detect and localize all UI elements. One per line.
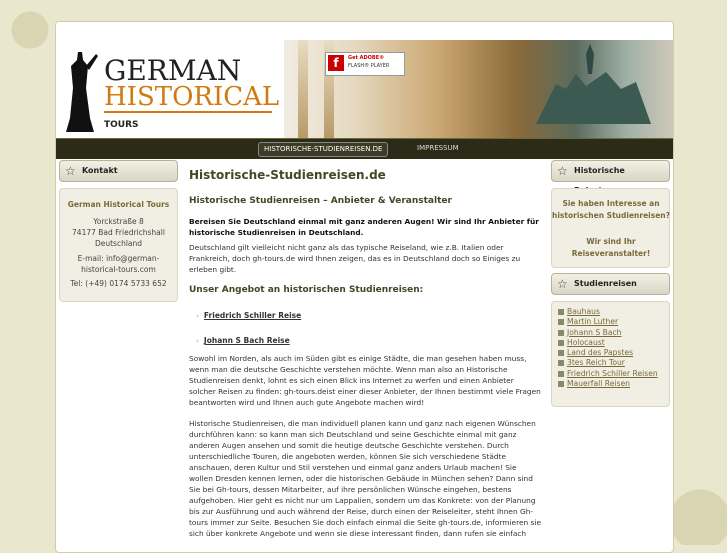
list-item[interactable]: Mauerfall Reisen [558, 379, 659, 389]
contact-street: Yorckstraße 8 [93, 217, 144, 226]
contact-company: German Historical Tours [67, 200, 170, 209]
contact-city: 74177 Bad Friedrichshall [72, 228, 165, 237]
contact-box-title: Kontakt [82, 166, 118, 175]
logo-text-historical: HISTORICAL [104, 82, 280, 112]
studienreisen-box-header: ☆ Studienreisen [551, 273, 670, 295]
contact-box: German Historical Tours Yorckstraße 8 74… [59, 188, 178, 302]
interest-answer: Wir sind Ihr Reiseveranstalter! [571, 237, 651, 258]
flash-badge-text: FLASH® PLAYER [348, 63, 390, 69]
list-item[interactable]: Johann S Bach [558, 328, 659, 338]
section-heading: Unser Angebot an historischen Studienrei… [189, 285, 424, 295]
intro-text: Bereisen Sie Deutschland einmal mit ganz… [189, 217, 539, 237]
paragraph-3: Historische Studienreisen, die man indiv… [189, 419, 541, 538]
page-subtitle: Historische Studienreisen – Anbieter & V… [189, 196, 452, 206]
get-flash-player-badge[interactable]: f Get ADOBE® FLASH® PLAYER [325, 52, 405, 76]
list-item[interactable]: Land des Papstes [558, 348, 659, 358]
star-icon: ☆ [557, 164, 568, 178]
paragraph-1: Deutschland gilt vielleicht nicht ganz a… [189, 243, 521, 274]
bullet-icon [558, 350, 564, 357]
flash-badge-text: Get ADOBE® [348, 55, 385, 61]
interest-question: Sie haben Interesse an historischen Stud… [552, 199, 670, 220]
bullet-icon [558, 329, 564, 336]
bullet-icon [558, 381, 564, 388]
contact-box-header: ☆ Kontakt [59, 160, 178, 182]
contact-country: Deutschland [94, 239, 143, 248]
star-icon: ☆ [65, 164, 76, 178]
offer-link-schiller[interactable]: Friedrich Schiller Reise [204, 311, 301, 320]
contact-phone: Tel: (+49) 0174 5733 652 [70, 279, 167, 288]
list-item[interactable]: 3tes Reich Tour [558, 358, 659, 368]
bullet-icon [558, 370, 564, 377]
studienreisen-box-title: Studienreisen [574, 279, 637, 288]
arrow-icon: › [196, 337, 199, 345]
main-content: Historische-Studienreisen.de Historische… [189, 168, 541, 539]
nav-item-impressum[interactable]: IMPRESSUM [412, 142, 464, 155]
bullet-icon [558, 309, 564, 315]
logo-underline [104, 111, 272, 113]
list-item[interactable]: Holocaust [558, 338, 659, 348]
arrow-icon: › [196, 312, 199, 320]
star-icon: ☆ [557, 277, 568, 291]
reisetouren-box: Sie haben Interesse an historischen Stud… [551, 188, 670, 268]
header-column [298, 40, 308, 138]
studienreisen-box: Bauhaus Martin Luther Johann S Bach Holo… [551, 301, 670, 407]
bullet-icon [558, 360, 564, 367]
list-item[interactable]: Friedrich Schiller Reisen [558, 369, 659, 379]
list-item[interactable]: Martin Luther [558, 317, 659, 327]
contact-email[interactable]: E-mail: info@german- [60, 253, 177, 264]
page-title: Historische-Studienreisen.de [189, 168, 386, 182]
paragraph-2: Sowohl im Norden, als auch im Süden gibt… [189, 354, 541, 407]
offer-list: › Friedrich Schiller Reise › Johann S Ba… [189, 303, 541, 347]
flash-icon: f [328, 55, 344, 71]
contact-email-cont[interactable]: historical-tours.com [60, 264, 177, 275]
nav-item-home[interactable]: HISTORISCHE-STUDIENREISEN.DE [258, 142, 389, 157]
main-navigation: HISTORISCHE-STUDIENREISEN.DE IMPRESSUM [56, 138, 673, 159]
quadriga-statue-image [536, 44, 651, 124]
logo-text-tours: TOURS [104, 120, 139, 130]
list-item[interactable]: Bauhaus [558, 307, 659, 317]
offer-link-bach[interactable]: Johann S Bach Reise [204, 336, 290, 345]
site-header: GERMAN HISTORICAL TOURS f Get ADOBE® FLA… [56, 22, 673, 138]
bullet-icon [558, 319, 564, 326]
page-container: GERMAN HISTORICAL TOURS f Get ADOBE® FLA… [55, 21, 674, 553]
studienreisen-list: Bauhaus Martin Luther Johann S Bach Holo… [558, 307, 659, 389]
statue-logo-icon [66, 52, 98, 132]
bullet-icon [558, 339, 564, 346]
reisetouren-box-header: ☆ Historische Reisetouren [551, 160, 670, 195]
